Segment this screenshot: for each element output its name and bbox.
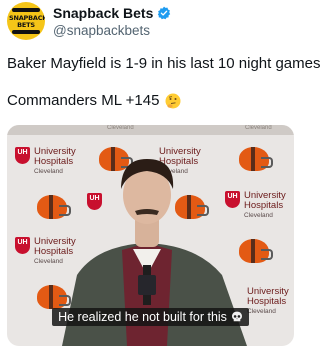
tweet-text-line: Baker Mayfield is 1-9 in his last 10 nig…	[7, 55, 320, 72]
caption-text: He realized he not built for this	[58, 310, 227, 324]
verified-badge-icon	[158, 6, 171, 20]
avatar-stripe	[12, 30, 40, 34]
avatar[interactable]: SNAPBACK BETS	[7, 2, 45, 40]
caption-bar: He realized he not built for this	[52, 308, 249, 326]
name-row: Snapback Bets	[53, 5, 171, 21]
tweet-odds-text: Commanders ML +145	[7, 92, 160, 109]
skull-emoji-icon	[231, 311, 242, 322]
avatar-stripe	[12, 8, 40, 12]
thinking-face-emoji-icon	[165, 93, 181, 108]
display-name[interactable]: Snapback Bets	[53, 5, 153, 21]
video-caption: He realized he not built for this	[7, 308, 294, 326]
author-handle[interactable]: @snapbackbets	[53, 23, 150, 38]
video-media[interactable]: Cleveland Cleveland UH University Hospita…	[7, 125, 294, 346]
tweet-text-line: Commanders ML +145	[7, 92, 181, 109]
avatar-logo-text: SNAPBACK BETS	[9, 14, 45, 29]
tweet-header: SNAPBACK BETS Snapback Bets @snapbackbet…	[7, 2, 293, 42]
